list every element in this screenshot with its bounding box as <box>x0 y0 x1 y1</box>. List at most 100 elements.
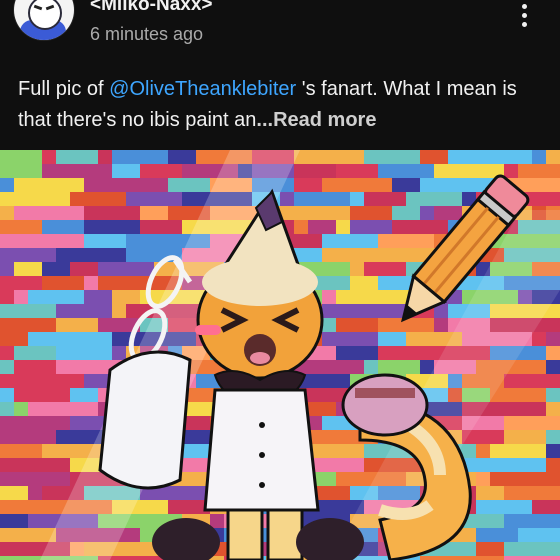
glitch-tile <box>0 528 56 542</box>
glitch-tile <box>0 206 14 220</box>
glitch-tile <box>532 332 546 346</box>
glitch-tile <box>350 262 364 276</box>
glitch-tile <box>28 514 42 528</box>
glitch-tile <box>378 164 434 178</box>
glitch-tile <box>364 150 420 164</box>
glitch-tile <box>420 556 504 560</box>
username[interactable]: <Miiko-Naxx> <box>90 0 213 16</box>
glitch-tile <box>378 332 406 346</box>
read-more-link[interactable]: ...Read more <box>256 109 376 131</box>
glitch-tile <box>0 458 70 472</box>
glitch-tile <box>0 164 42 178</box>
glitch-tile <box>98 150 112 164</box>
glitch-tile <box>308 444 364 458</box>
glitch-tile <box>434 318 448 332</box>
glitch-tile <box>28 290 84 304</box>
glitch-tile <box>168 206 196 220</box>
glitch-tile <box>532 430 546 444</box>
glitch-tile <box>0 500 70 514</box>
glitch-tile <box>84 220 98 234</box>
glitch-tile <box>336 220 350 234</box>
glitch-tile <box>126 192 154 206</box>
glitch-tile <box>322 374 350 388</box>
glitch-tile <box>280 192 294 206</box>
glitch-tile <box>42 164 112 178</box>
glitch-tile <box>546 444 560 458</box>
glitch-tile <box>392 206 420 220</box>
glitch-tile <box>504 164 518 178</box>
glitch-tile <box>210 514 224 528</box>
glitch-tile <box>112 304 126 318</box>
glitch-tile <box>0 486 28 500</box>
glitch-tile <box>0 276 42 290</box>
glitch-tile <box>322 178 392 192</box>
glitch-tile <box>84 206 140 220</box>
avatar[interactable] <box>14 0 74 40</box>
glitch-tile <box>378 360 420 374</box>
glitch-tile <box>322 304 406 318</box>
glitch-tile <box>56 346 112 360</box>
glitch-tile <box>336 164 378 178</box>
glitch-tile <box>56 304 112 318</box>
glitch-tile <box>0 346 14 360</box>
glitch-tile <box>112 290 140 304</box>
glitch-tile <box>14 388 70 402</box>
glitch-tile <box>364 360 378 374</box>
glitch-tile <box>70 192 126 206</box>
glitch-tile <box>546 346 560 360</box>
glitch-tile <box>378 346 420 360</box>
glitch-tile <box>406 192 462 206</box>
glitch-tile <box>504 416 560 430</box>
glitch-tile <box>490 388 546 402</box>
glitch-tile <box>294 220 308 234</box>
glitch-tile <box>350 192 364 206</box>
timestamp: 6 minutes ago <box>90 24 204 44</box>
glitch-tile <box>112 346 126 360</box>
glitch-tile <box>0 290 14 304</box>
glitch-tile <box>448 150 532 164</box>
glitch-tile <box>14 206 84 220</box>
glitch-tile <box>434 164 504 178</box>
glitch-tile <box>0 444 42 458</box>
glitch-tile <box>308 220 336 234</box>
glitch-tile <box>392 178 420 192</box>
glitch-tile <box>0 262 14 276</box>
glitch-tile <box>42 276 84 290</box>
glitch-tile <box>140 220 182 234</box>
vertical-dots-icon <box>521 4 527 9</box>
glitch-tile <box>42 262 70 276</box>
glitch-tile <box>322 318 336 332</box>
glitch-tile <box>322 234 378 248</box>
glitch-tile <box>0 220 42 234</box>
glitch-tile <box>70 388 98 402</box>
glitch-tile <box>476 444 490 458</box>
glitch-tile <box>336 318 378 332</box>
more-options-button[interactable] <box>512 0 536 30</box>
glitch-tile <box>518 164 560 178</box>
glitch-tile <box>532 150 546 164</box>
glitch-tile <box>56 150 98 164</box>
glitch-tile <box>84 276 98 290</box>
glitch-tile <box>546 332 560 346</box>
glitch-tile <box>420 360 434 374</box>
glitch-tile <box>378 234 434 248</box>
glitch-tile <box>322 332 378 346</box>
glitch-tile <box>294 192 350 206</box>
glitch-tile <box>350 220 392 234</box>
glitch-tile <box>84 234 126 248</box>
glitch-tile <box>546 402 560 416</box>
glitch-tile <box>490 472 560 486</box>
glitch-tile <box>504 556 560 560</box>
glitch-tile <box>546 430 560 444</box>
glitch-tile <box>168 178 210 192</box>
post-image[interactable] <box>0 150 560 560</box>
glitch-tile <box>14 290 28 304</box>
mention-link[interactable]: @OliveTheanklebiter <box>109 78 296 100</box>
glitch-tile <box>14 360 56 374</box>
glitch-tile <box>518 528 560 542</box>
glitch-tile <box>504 486 560 500</box>
glitch-tile <box>98 220 140 234</box>
glitch-tile <box>112 164 140 178</box>
glitch-tile <box>0 388 14 402</box>
glitch-tile <box>350 206 392 220</box>
